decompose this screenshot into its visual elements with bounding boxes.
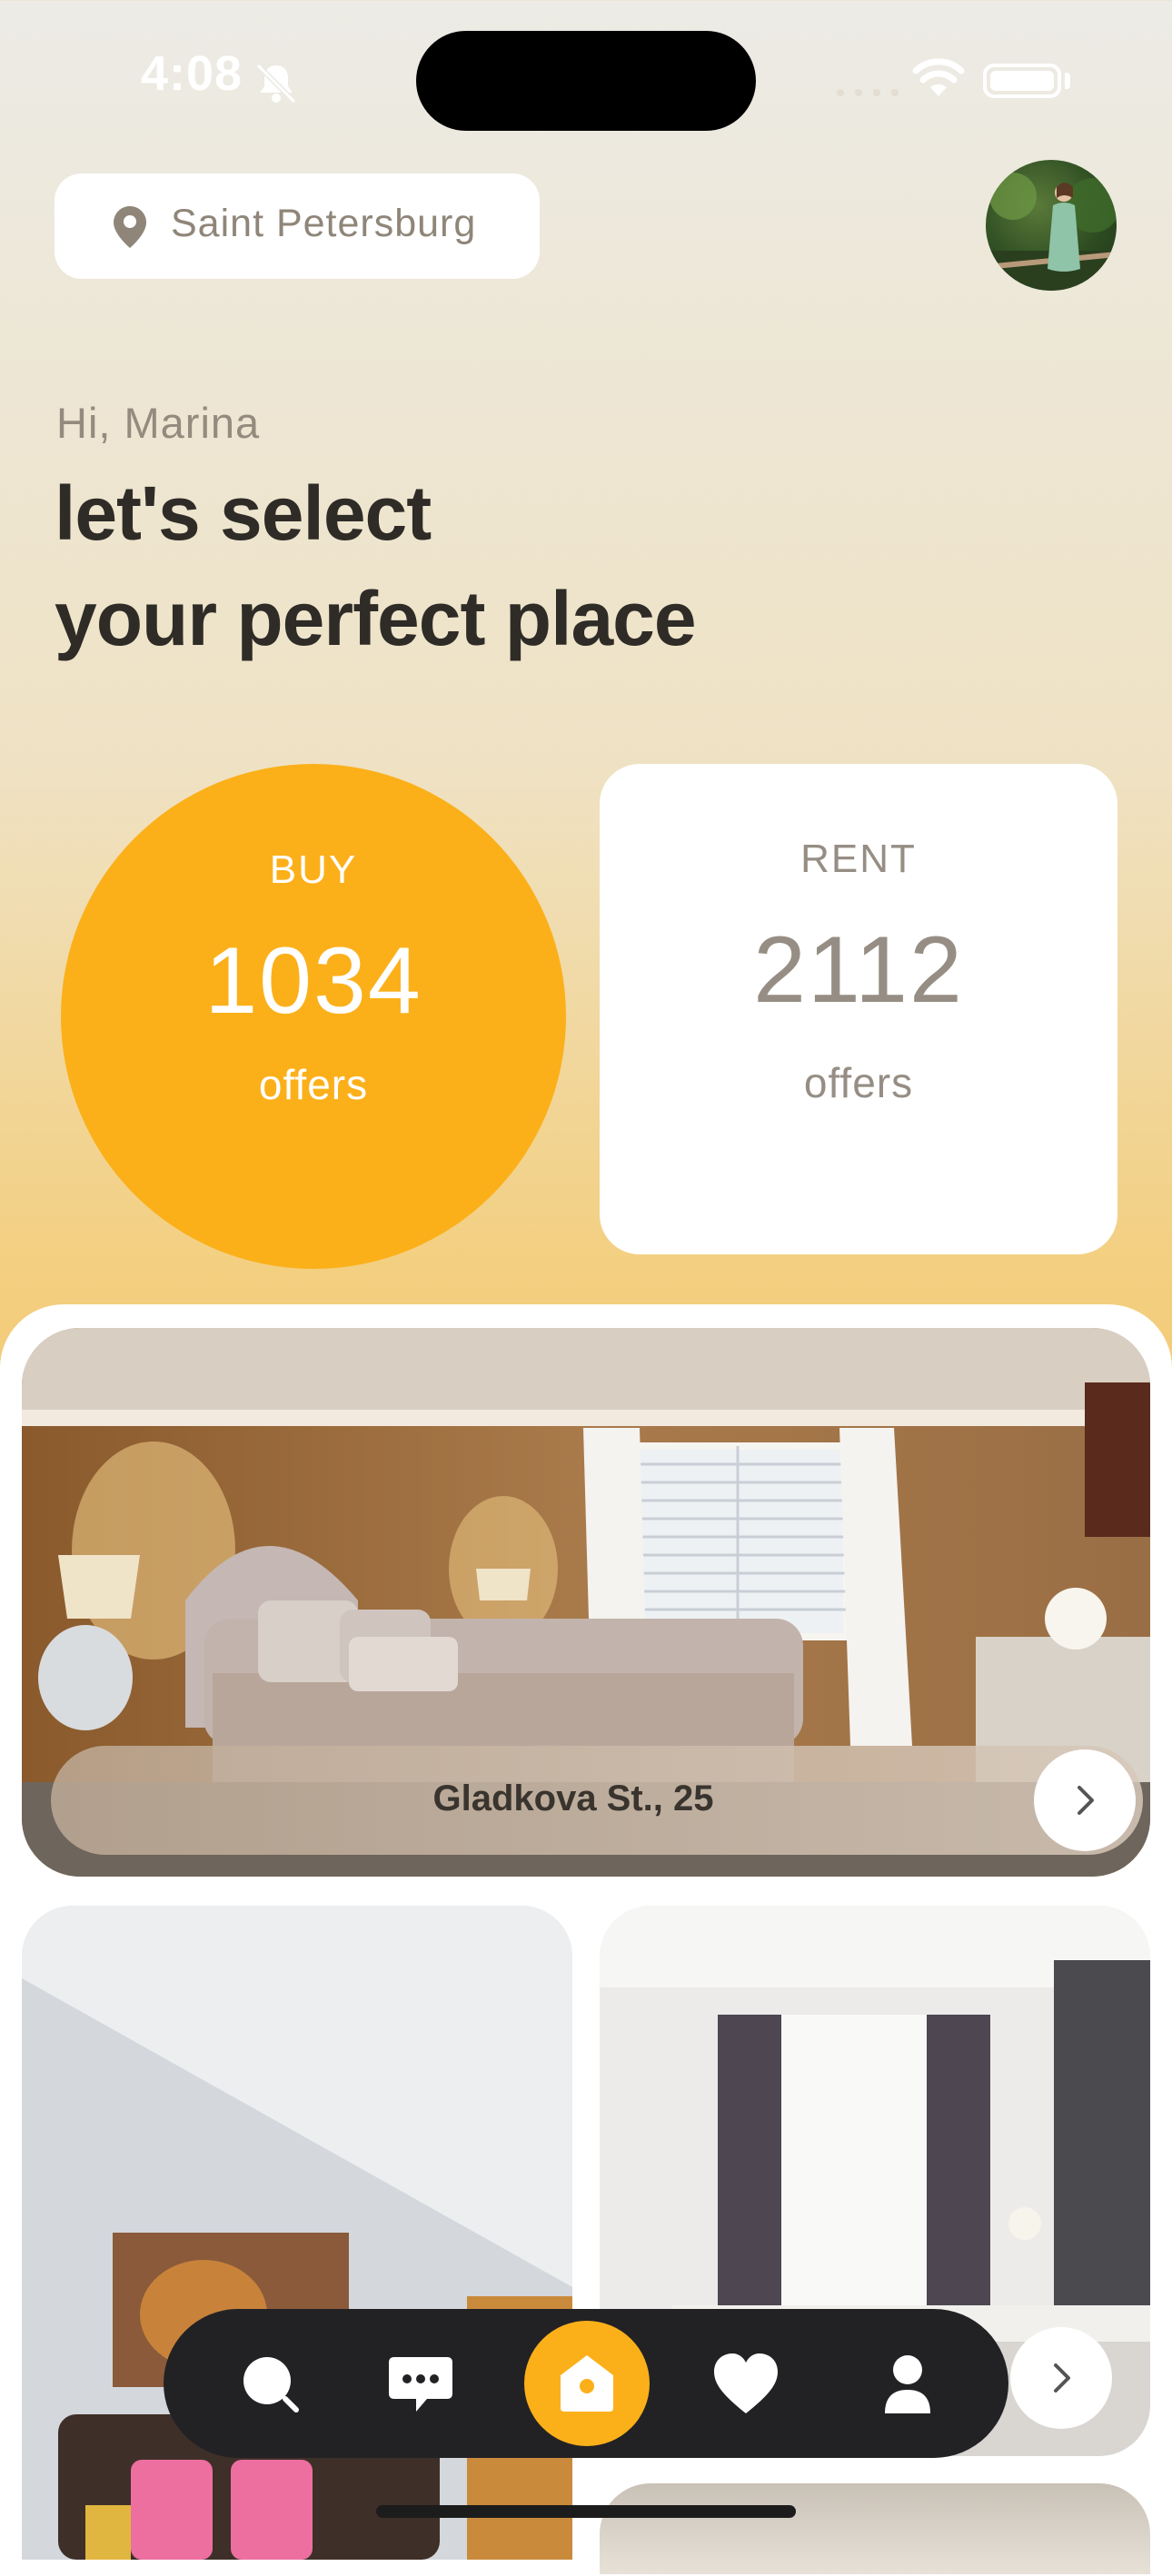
rent-offers-button[interactable]: RENT 2112 offers	[600, 764, 1117, 1254]
open-listing-button[interactable]	[1010, 2327, 1112, 2429]
dynamic-island	[416, 31, 756, 131]
listing-card[interactable]: Gladkova St., 25	[22, 1328, 1150, 1877]
bell-muted-icon	[255, 63, 297, 104]
cellular-signal-icon	[837, 89, 899, 96]
rent-unit: offers	[803, 1059, 914, 1106]
tab-search[interactable]	[231, 2343, 313, 2424]
profile-icon	[885, 2355, 930, 2413]
home-icon	[561, 2355, 613, 2412]
tab-home[interactable]	[524, 2321, 650, 2446]
wifi-icon	[912, 58, 965, 96]
buy-unit: offers	[258, 1061, 369, 1108]
buy-offers-button[interactable]: BUY 1034 offers	[61, 764, 566, 1269]
tab-bar	[164, 2309, 1008, 2458]
tab-favorites[interactable]	[705, 2343, 787, 2424]
tab-messages[interactable]	[380, 2343, 462, 2424]
chat-icon	[389, 2357, 452, 2412]
tab-profile[interactable]	[867, 2343, 949, 2424]
status-time: 4:08	[141, 46, 243, 101]
rent-count: 2112	[753, 917, 964, 1023]
home-indicator	[376, 2505, 796, 2518]
headline-line-2: your perfect place	[55, 576, 697, 661]
user-avatar[interactable]	[986, 160, 1117, 291]
listing-address: Gladkova St., 25	[432, 1778, 714, 1818]
open-listing-button[interactable]	[1034, 1749, 1136, 1851]
buy-count: 1034	[204, 928, 422, 1034]
chevron-right-icon	[1078, 1786, 1094, 1815]
battery-icon	[983, 64, 1061, 98]
location-city: Saint Petersburg	[171, 202, 477, 245]
rent-label: RENT	[800, 837, 917, 881]
headline-line-1: let's select	[55, 471, 432, 556]
greeting-text: Hi, Marina	[56, 399, 261, 447]
heart-icon	[714, 2353, 778, 2413]
location-pin-icon	[114, 206, 146, 248]
battery-tip	[1065, 73, 1070, 89]
page-headline: let's select your perfect place	[55, 461, 697, 671]
search-icon	[243, 2357, 299, 2413]
listing-photo-attic	[22, 1906, 572, 2560]
avatar-photo	[986, 173, 1117, 291]
listing-card[interactable]	[600, 2483, 1150, 2574]
location-selector[interactable]: Saint Petersburg	[55, 173, 540, 279]
chevron-right-icon	[1054, 2363, 1070, 2393]
listing-address-bar[interactable]: Gladkova St., 25	[51, 1746, 1143, 1855]
listing-card[interactable]	[22, 1906, 572, 2560]
buy-label: BUY	[269, 847, 358, 892]
